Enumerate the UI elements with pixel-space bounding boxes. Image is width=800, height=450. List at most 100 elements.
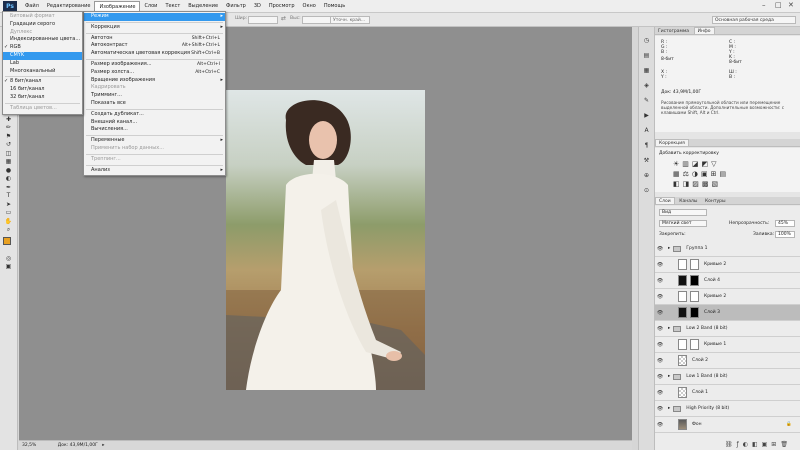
quick-mask-icon[interactable]: ◎: [4, 255, 13, 262]
layer-row[interactable]: 👁 Кривые 1: [655, 337, 800, 353]
character-icon[interactable]: A: [642, 127, 651, 134]
menu-window[interactable]: Окно: [299, 1, 320, 12]
adjustment-icons-row3[interactable]: ◧◨▨▩▧: [673, 180, 721, 188]
layer-footer-icons[interactable]: ⛓ƒ◐◧▣⊞🗑: [725, 441, 792, 448]
layer-row[interactable]: 👁 ▸ Группа 1: [655, 241, 800, 257]
menu-select[interactable]: Выделение: [184, 1, 222, 12]
navigator-icon[interactable]: ⊕: [642, 172, 651, 179]
menu-help[interactable]: Помощь: [320, 1, 349, 12]
screen-mode-icon[interactable]: ▣: [4, 263, 13, 270]
mode-menu-item[interactable]: Битовый формат: [3, 13, 82, 21]
adjustment-icons-row2[interactable]: ▦⚖◑▣⊞▤: [673, 170, 729, 178]
width-field[interactable]: [248, 16, 278, 24]
layer-row[interactable]: 👁 Слой 2: [655, 353, 800, 369]
path-select-icon[interactable]: ➤: [4, 201, 13, 208]
adjustment-icons-row1[interactable]: ☀▥◪◩▽: [673, 160, 720, 168]
pen-tool-icon[interactable]: ✒: [4, 184, 13, 191]
actions-icon[interactable]: ▶: [642, 112, 651, 119]
menu-edit[interactable]: Редактирование: [43, 1, 95, 12]
tool-presets-icon[interactable]: ⚒: [642, 157, 651, 164]
layer-row[interactable]: 👁 Фон 🔒: [655, 417, 800, 433]
blur-tool-icon[interactable]: ●: [4, 167, 13, 174]
layer-row[interactable]: 👁 ▸ Low 1 Band (8 bit): [655, 369, 800, 385]
brush-presets-icon[interactable]: ✎: [642, 97, 651, 104]
menu-3d[interactable]: 3D: [250, 1, 265, 12]
expand-arrow-icon[interactable]: ▸: [668, 326, 670, 331]
image-menu-item[interactable]: Применить набор данных...: [84, 145, 225, 153]
mode-menu-item[interactable]: 32 бит/канал: [3, 94, 82, 102]
visibility-eye-icon[interactable]: 👁: [655, 310, 665, 316]
close-icon[interactable]: ✕: [788, 1, 794, 9]
layer-row[interactable]: 👁 ▸ Low 2 Band (8 bit): [655, 321, 800, 337]
visibility-eye-icon[interactable]: 👁: [655, 246, 665, 252]
expand-arrow-icon[interactable]: ▸: [668, 406, 670, 411]
visibility-eye-icon[interactable]: 👁: [655, 278, 665, 284]
visibility-eye-icon[interactable]: 👁: [655, 294, 665, 300]
maximize-icon[interactable]: □: [775, 1, 782, 9]
healing-brush-icon[interactable]: ✚: [4, 116, 13, 123]
layer-row[interactable]: 👁 Слой 3: [655, 305, 800, 321]
visibility-eye-icon[interactable]: 👁: [655, 326, 665, 332]
brush-tool-icon[interactable]: ✏: [4, 124, 13, 131]
menu-file[interactable]: Файл: [21, 1, 43, 12]
image-menu-item[interactable]: Тримминг...: [84, 92, 225, 100]
image-menu-item[interactable]: Автотон Shift+Ctrl+L: [84, 35, 225, 43]
image-menu-item[interactable]: Режим ▸: [84, 13, 225, 21]
tab-corrections[interactable]: Коррекция: [655, 139, 689, 146]
gradient-tool-icon[interactable]: ▦: [4, 158, 13, 165]
image-menu-item[interactable]: Создать дубликат...: [84, 111, 225, 119]
menu-image[interactable]: Изображение: [94, 0, 141, 12]
mode-menu-item[interactable]: CMYK: [3, 51, 82, 60]
layer-filter-select[interactable]: Вид: [659, 209, 707, 216]
swatches-icon[interactable]: ▦: [642, 67, 651, 74]
layer-row[interactable]: 👁 Кривые 2: [655, 289, 800, 305]
mode-menu-item[interactable]: ✓ 8 бит/канал: [3, 78, 82, 86]
styles-icon[interactable]: ◈: [642, 82, 651, 89]
workspace-select[interactable]: Основная рабочая среда: [712, 16, 796, 24]
image-menu-item[interactable]: Показать все: [84, 100, 225, 108]
layer-row[interactable]: 👁 Слой 4: [655, 273, 800, 289]
visibility-eye-icon[interactable]: 👁: [655, 342, 665, 348]
paragraph-icon[interactable]: ¶: [642, 142, 651, 149]
tab-paths[interactable]: Контуры: [702, 198, 729, 205]
swap-icon[interactable]: ⇄: [281, 15, 286, 22]
mode-menu-item[interactable]: ✓ RGB: [3, 44, 82, 52]
layer-row[interactable]: 👁 Кривые 2: [655, 257, 800, 273]
zoom-level[interactable]: 32,5%: [22, 443, 36, 448]
visibility-eye-icon[interactable]: 👁: [655, 358, 665, 364]
mode-menu-item[interactable]: 16 бит/канал: [3, 86, 82, 94]
menu-text[interactable]: Текст: [161, 1, 184, 12]
visibility-eye-icon[interactable]: 👁: [655, 390, 665, 396]
foreground-color-swatch[interactable]: [3, 237, 11, 245]
dodge-tool-icon[interactable]: ◐: [4, 175, 13, 182]
tab-channels[interactable]: Каналы: [676, 198, 700, 205]
menu-layers[interactable]: Слои: [140, 1, 161, 12]
tab-layers[interactable]: Слои: [655, 197, 675, 204]
layer-row[interactable]: 👁 Слой 1: [655, 385, 800, 401]
properties-icon[interactable]: ▤: [642, 52, 651, 59]
mode-menu-item[interactable]: Градации серого: [3, 21, 82, 29]
image-menu-item[interactable]: Размер холста... Alt+Ctrl+C: [84, 69, 225, 77]
tab-info[interactable]: Инфо: [693, 27, 715, 34]
clone-stamp-icon[interactable]: ⚑: [4, 133, 13, 140]
image-menu-item[interactable]: Размер изображения... Alt+Ctrl+I: [84, 61, 225, 69]
mode-menu-item[interactable]: Дуплекс: [3, 29, 82, 37]
visibility-eye-icon[interactable]: 👁: [655, 374, 665, 380]
image-menu-item[interactable]: Автоконтраст Alt+Shift+Ctrl+L: [84, 42, 225, 50]
fill-field[interactable]: 100%: [775, 231, 795, 238]
hand-tool-icon[interactable]: ✋: [4, 218, 13, 225]
eraser-icon[interactable]: ◫: [4, 150, 13, 157]
image-menu-item[interactable]: Кадрировать: [84, 84, 225, 92]
history-brush-icon[interactable]: ↺: [4, 141, 13, 148]
layer-row[interactable]: 👁 ▸ High Priority (8 bit): [655, 401, 800, 417]
visibility-eye-icon[interactable]: 👁: [655, 262, 665, 268]
tab-histogram[interactable]: Гистограмма: [655, 28, 692, 35]
type-tool-icon[interactable]: T: [4, 192, 13, 199]
menu-view[interactable]: Просмотр: [265, 1, 299, 12]
mode-menu-item[interactable]: Таблица цветов...: [3, 105, 82, 113]
clone-source-icon[interactable]: ⊙: [642, 187, 651, 194]
document-image[interactable]: [226, 90, 425, 390]
shape-tool-icon[interactable]: ▭: [4, 209, 13, 216]
image-menu-item[interactable]: Треппинг...: [84, 156, 225, 164]
blend-mode-select[interactable]: Мягкий свет: [659, 220, 707, 227]
